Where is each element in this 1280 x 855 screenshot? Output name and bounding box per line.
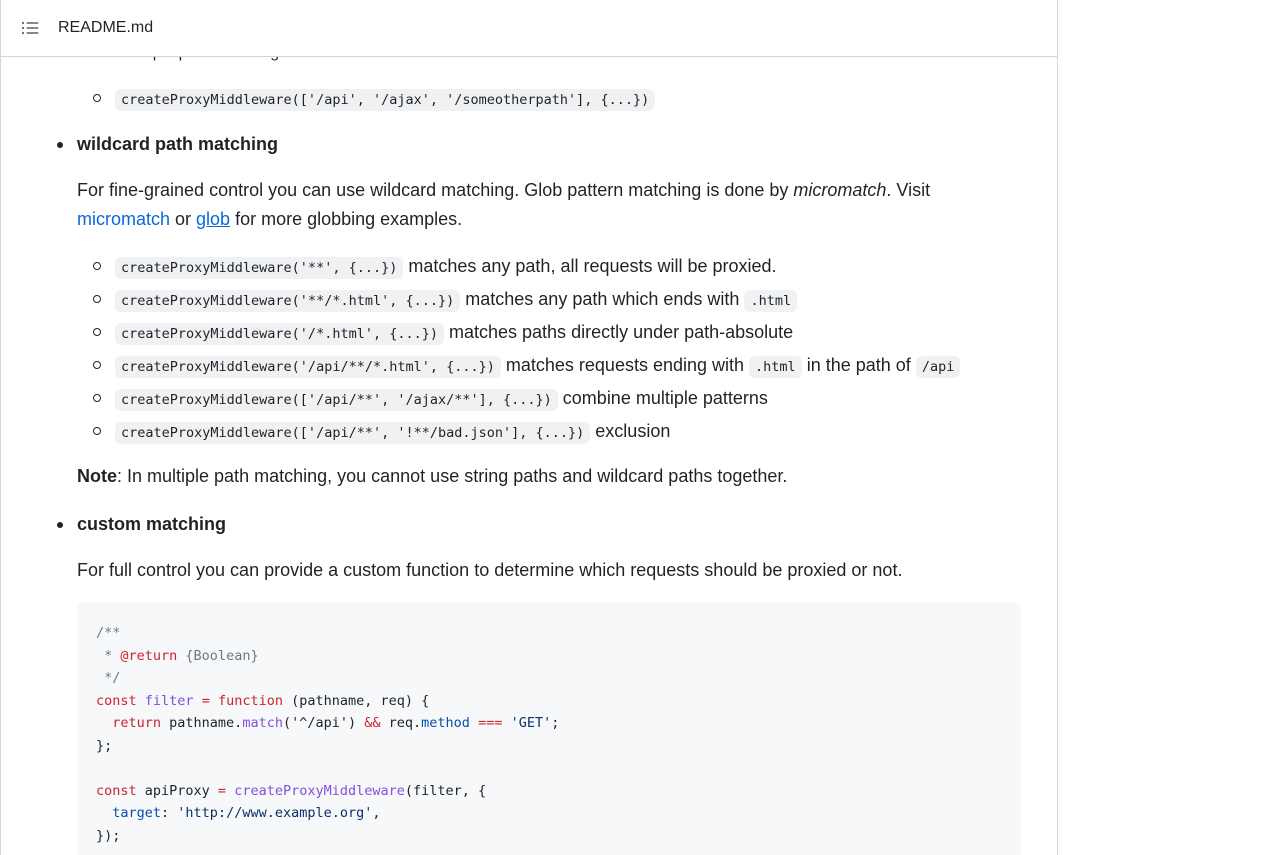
circle-bullet [93, 394, 101, 402]
disc-bullet [57, 522, 63, 528]
code-function: match [242, 715, 283, 731]
inline-code: createProxyMiddleware(['/api/**', '/ajax… [115, 389, 558, 411]
code-content: /** * @return {Boolean} */ const filter … [96, 622, 559, 847]
readme-panel: multiple path matching createProxyMiddle… [0, 0, 1058, 855]
code-text: ('^/api') [282, 715, 365, 731]
code-keyword: = [217, 782, 227, 799]
code-string: 'http://www.example.org' [177, 805, 373, 821]
code-keyword: const [96, 782, 137, 799]
code-text: ; [551, 715, 560, 731]
code-string: 'GET' [510, 715, 552, 731]
circle-bullet [93, 361, 101, 369]
section-heading: wildcard path matching [77, 134, 279, 154]
list-unordered-icon [21, 21, 39, 35]
micromatch-link[interactable]: micromatch [77, 209, 170, 229]
inline-code: .html [744, 290, 798, 312]
note-label: Note [77, 466, 117, 486]
inline-code: createProxyMiddleware('/*.html', {...}) [115, 323, 444, 345]
code-block: /** * @return {Boolean} */ const filter … [77, 602, 1021, 855]
note-text: : In multiple path matching, you cannot … [117, 466, 788, 486]
circle-bullet [93, 262, 101, 270]
circle-bullet [93, 94, 101, 102]
item-text: matches requests ending with [505, 355, 745, 375]
inline-code: createProxyMiddleware('**/*.html', {...}… [115, 290, 461, 312]
code-property: method [421, 715, 470, 731]
wildcard-paragraph: For fine-grained control you can use wil… [77, 176, 1017, 234]
code-text: req. [380, 715, 422, 731]
code-text: pathname. [161, 715, 243, 731]
code-keyword: = [201, 692, 210, 709]
code-function: createProxyMiddleware [234, 782, 405, 799]
code-comment: /** [96, 625, 121, 641]
code-keyword: && [364, 715, 381, 731]
code-text: }); [96, 827, 121, 844]
disc-bullet [57, 142, 63, 148]
code-text: }; [96, 737, 113, 754]
readme-content: multiple path matching createProxyMiddle… [1, 0, 1057, 855]
note-paragraph: Note: In multiple path matching, you can… [77, 462, 787, 491]
toc-button[interactable] [18, 16, 42, 40]
paragraph-text: for more globbing examples. [230, 209, 463, 229]
item-text: in the path of [806, 355, 911, 375]
section-heading: custom matching [77, 514, 227, 534]
code-function: filter [144, 692, 194, 709]
item-text: matches any path which ends with [465, 289, 740, 309]
code-text: (filter, { [404, 782, 487, 799]
item-text: matches paths directly under path-absolu… [449, 322, 794, 342]
paragraph-text: For fine-grained control you can use wil… [77, 180, 794, 200]
item-text: exclusion [595, 421, 671, 441]
code-comment: * [96, 647, 121, 664]
emphasis-text: micromatch [793, 180, 887, 200]
code-text: apiProxy [136, 782, 218, 799]
inline-code: createProxyMiddleware(['/api', '/ajax', … [115, 89, 656, 111]
inline-code: createProxyMiddleware('/api/**/*.html', … [115, 356, 501, 378]
circle-bullet [93, 328, 101, 336]
inline-code: createProxyMiddleware('**', {...}) [115, 257, 404, 279]
custom-paragraph: For full control you can provide a custo… [77, 560, 903, 580]
code-text: : [161, 805, 178, 821]
paragraph-text: . Visit [886, 180, 931, 200]
glob-link[interactable]: glob [196, 209, 230, 229]
code-comment: */ [96, 670, 121, 686]
circle-bullet [93, 295, 101, 303]
inline-code: createProxyMiddleware(['/api/**', '!**/b… [115, 422, 591, 444]
code-keyword: function [217, 692, 284, 709]
code-property: target [96, 805, 162, 821]
code-keyword: const [96, 692, 137, 709]
circle-bullet [93, 427, 101, 435]
inline-code: /api [915, 356, 961, 378]
code-keyword: @return [120, 647, 178, 664]
code-text: (pathname, req) { [283, 692, 430, 709]
item-text: matches any path, all requests will be p… [408, 256, 777, 276]
code-keyword: === [478, 715, 503, 731]
file-header: README.md [1, 0, 1057, 57]
file-name: README.md [58, 19, 154, 36]
item-text: combine multiple patterns [562, 388, 768, 408]
code-text: , [372, 805, 381, 821]
code-comment: {Boolean} [177, 647, 259, 664]
inline-code: .html [749, 356, 802, 378]
paragraph-text: or [170, 209, 197, 229]
code-keyword: return [96, 715, 162, 731]
